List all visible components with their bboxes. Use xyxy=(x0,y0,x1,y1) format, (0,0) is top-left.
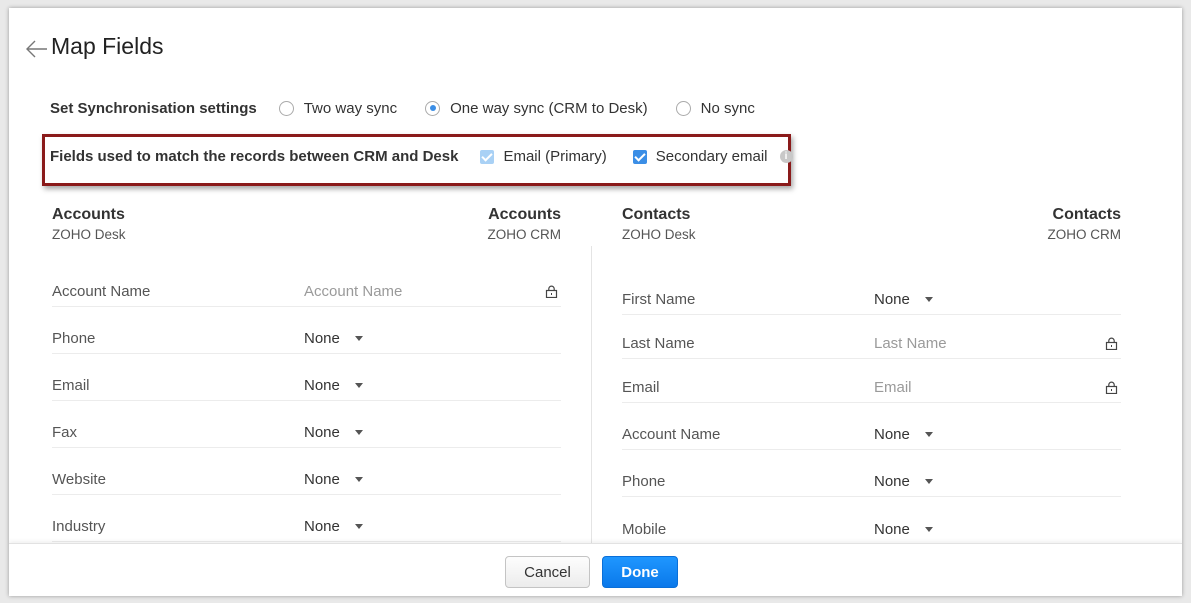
desk-module-name: Accounts xyxy=(52,206,125,223)
crm-field-readonly: Account Name xyxy=(304,283,403,300)
dropdown-value: None xyxy=(874,473,910,490)
dialog-footer: Cancel Done xyxy=(9,543,1182,596)
radio-circle-selected[interactable] xyxy=(425,100,441,116)
match-fields-row: Fields used to match the records between… xyxy=(50,148,793,165)
crm-field-dropdown[interactable]: None xyxy=(874,291,933,308)
cancel-button[interactable]: Cancel xyxy=(505,556,590,588)
crm-field-readonly: Last Name xyxy=(874,335,947,352)
caret-down-icon xyxy=(354,477,363,482)
dropdown-value: None xyxy=(874,426,910,443)
crm-field-dropdown[interactable]: None xyxy=(874,426,933,443)
caret-down-icon xyxy=(354,524,363,529)
caret-down-icon xyxy=(354,430,363,435)
page-title: Map Fields xyxy=(51,33,164,59)
desk-field-label: Mobile xyxy=(622,521,667,538)
contacts-field-list: First Name None Last Name Last Name Emai… xyxy=(622,278,1121,545)
radio-label: Two way sync xyxy=(303,99,398,117)
desk-field-label: Account Name xyxy=(52,283,151,300)
crm-field-readonly: Email xyxy=(874,379,912,396)
field-row-email: Email Email xyxy=(622,359,1121,403)
desk-field-label: Phone xyxy=(52,330,96,347)
desk-field-label: Website xyxy=(52,471,106,488)
caret-down-icon xyxy=(354,383,363,388)
dropdown-value: None xyxy=(874,291,910,308)
field-row-phone: Phone None xyxy=(622,450,1121,497)
radio-no-sync[interactable]: No sync xyxy=(675,99,755,117)
back-arrow-icon[interactable] xyxy=(26,40,48,58)
checkbox-disabled-checked xyxy=(480,149,495,164)
caret-down-icon xyxy=(924,297,933,302)
desk-field-label: First Name xyxy=(622,291,696,308)
accounts-column-header: Accounts ZOHO Desk Accounts ZOHO CRM xyxy=(52,206,561,246)
desk-module-name: Contacts xyxy=(622,206,691,223)
dropdown-value: None xyxy=(304,518,340,535)
field-row-website: Website None xyxy=(52,448,561,495)
field-row-mobile: Mobile None xyxy=(622,497,1121,545)
sync-settings-row: Set Synchronisation settings Two way syn… xyxy=(50,98,783,118)
crm-field-dropdown[interactable]: None xyxy=(304,471,363,488)
accounts-mapping-column: Accounts ZOHO Desk Accounts ZOHO CRM Acc… xyxy=(52,206,561,542)
crm-product-label: ZOHO CRM xyxy=(487,227,562,242)
caret-down-icon xyxy=(354,336,363,341)
crm-field-dropdown[interactable]: None xyxy=(304,330,363,347)
desk-field-label: Fax xyxy=(52,424,78,441)
dropdown-value: None xyxy=(304,424,340,441)
contacts-column-header: Contacts ZOHO Desk Contacts ZOHO CRM xyxy=(622,206,1121,246)
checkbox-secondary-email[interactable]: Secondary email xyxy=(632,148,768,165)
lock-icon xyxy=(1105,337,1118,350)
crm-field-dropdown[interactable]: None xyxy=(304,377,363,394)
field-row-account-name: Account Name Account Name xyxy=(52,278,561,307)
desk-product-label: ZOHO Desk xyxy=(52,227,126,242)
sync-settings-label: Set Synchronisation settings xyxy=(50,99,257,117)
field-row-first-name: First Name None xyxy=(622,278,1121,315)
accounts-field-list: Account Name Account Name Phone None Ema… xyxy=(52,278,561,542)
radio-one-way-sync[interactable]: One way sync (CRM to Desk) xyxy=(425,100,648,117)
crm-field-dropdown[interactable]: None xyxy=(304,424,363,441)
checkbox-email-primary: Email (Primary) xyxy=(480,148,607,165)
crm-field-dropdown[interactable]: None xyxy=(874,473,933,490)
field-row-account-name: Account Name None xyxy=(622,403,1121,450)
map-fields-dialog: Map Fields Set Synchronisation settings … xyxy=(9,8,1182,596)
contacts-mapping-column: Contacts ZOHO Desk Contacts ZOHO CRM Fir… xyxy=(622,206,1121,545)
column-divider xyxy=(591,246,592,556)
checkbox-label: Email (Primary) xyxy=(503,148,607,165)
crm-field-dropdown[interactable]: None xyxy=(874,521,933,538)
desk-field-label: Email xyxy=(622,379,660,396)
crm-module-name: Contacts xyxy=(1052,206,1121,223)
dropdown-value: None xyxy=(304,330,340,347)
dropdown-value: None xyxy=(874,521,910,538)
info-icon[interactable]: i xyxy=(779,150,793,163)
checkbox-label: Secondary email xyxy=(655,148,768,165)
done-button[interactable]: Done xyxy=(602,556,678,588)
crm-module-name: Accounts xyxy=(488,206,561,223)
radio-label: One way sync (CRM to Desk) xyxy=(450,99,648,117)
crm-field-dropdown[interactable]: None xyxy=(304,518,363,535)
caret-down-icon xyxy=(924,527,933,532)
dropdown-value: None xyxy=(304,471,340,488)
caret-down-icon xyxy=(924,479,933,484)
desk-field-label: Phone xyxy=(622,473,666,490)
caret-down-icon xyxy=(924,432,933,437)
field-row-last-name: Last Name Last Name xyxy=(622,315,1121,359)
dropdown-value: None xyxy=(304,377,340,394)
desk-product-label: ZOHO Desk xyxy=(622,227,696,242)
radio-circle[interactable] xyxy=(278,100,294,116)
desk-field-label: Email xyxy=(52,377,90,394)
desk-field-label: Last Name xyxy=(622,335,695,352)
crm-product-label: ZOHO CRM xyxy=(1047,227,1122,242)
field-row-phone: Phone None xyxy=(52,307,561,354)
radio-label: No sync xyxy=(700,99,755,117)
radio-two-way-sync[interactable]: Two way sync xyxy=(278,99,398,117)
desk-field-label: Account Name xyxy=(622,426,721,443)
field-row-email: Email None xyxy=(52,354,561,401)
field-row-industry: Industry None xyxy=(52,495,561,542)
checkbox-checked[interactable] xyxy=(632,149,647,164)
desk-field-label: Industry xyxy=(52,518,106,535)
lock-icon xyxy=(1105,381,1118,394)
radio-circle[interactable] xyxy=(675,100,691,116)
field-row-fax: Fax None xyxy=(52,401,561,448)
match-fields-label: Fields used to match the records between… xyxy=(50,148,459,165)
lock-icon xyxy=(545,285,558,298)
